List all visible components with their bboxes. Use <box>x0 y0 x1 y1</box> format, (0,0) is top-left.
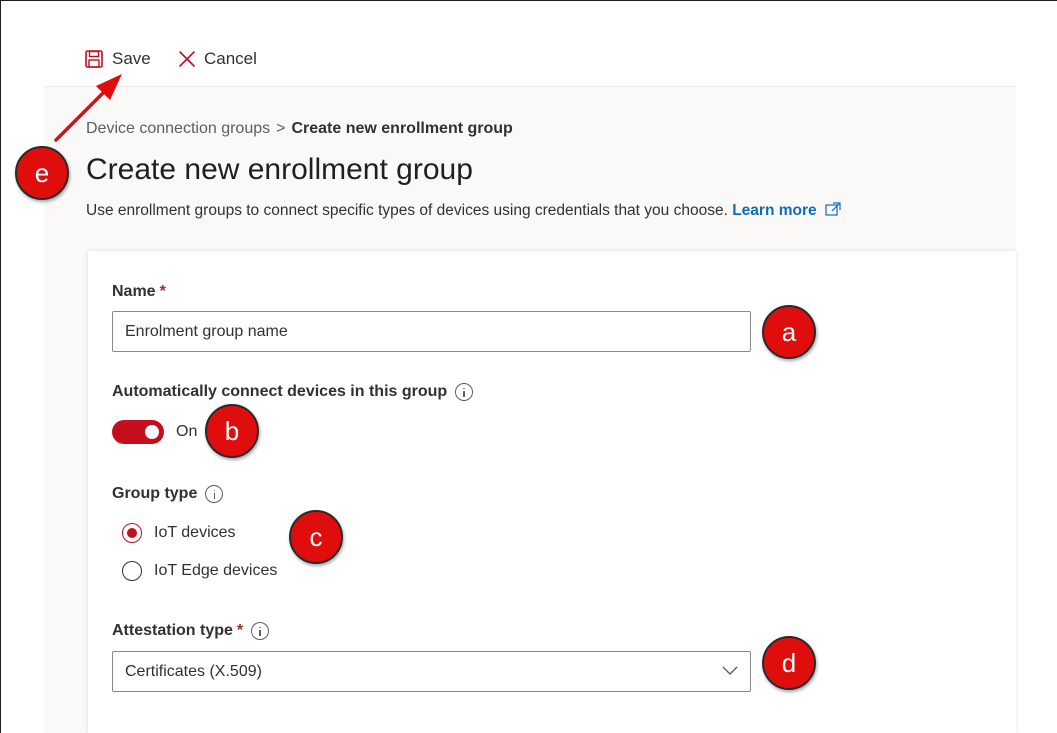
callout-b: b <box>205 404 259 458</box>
callout-d: d <box>762 636 816 690</box>
callout-c: c <box>289 510 343 564</box>
callout-a: a <box>762 305 816 359</box>
annotation-arrow <box>54 74 122 142</box>
callout-e: e <box>15 146 69 200</box>
